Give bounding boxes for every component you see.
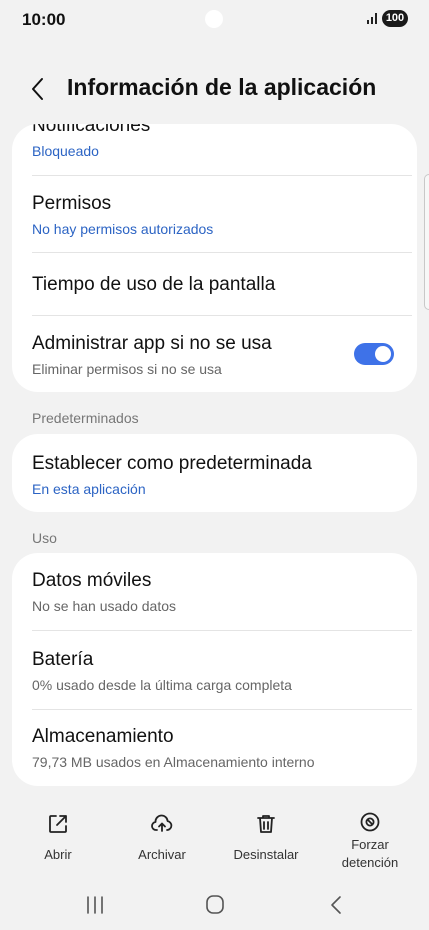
camera-cutout: [205, 10, 223, 28]
mobile-data-title: Datos móviles: [32, 570, 152, 591]
storage-subtitle: 79,73 MB usados en Almacenamiento intern…: [32, 754, 315, 770]
divider: [32, 709, 412, 710]
recent-apps-icon[interactable]: [75, 892, 115, 918]
mobile-data-item[interactable]: Datos móviles No se han usado datos: [32, 570, 397, 614]
archive-button[interactable]: Archivar: [112, 806, 212, 874]
battery-title: Batería: [32, 649, 94, 670]
mobile-data-subtitle: No se han usado datos: [32, 598, 176, 614]
force-stop-label-line1: Forzar: [351, 837, 389, 852]
notifications-title: Notificaciones: [32, 124, 151, 136]
divider: [32, 175, 412, 176]
battery-item[interactable]: Batería 0% usado desde la última carga c…: [32, 649, 397, 693]
force-stop-label-line2: detención: [341, 855, 399, 870]
permissions-status: No hay permisos autorizados: [32, 221, 214, 237]
screen-time-title: Tiempo de uso de la pantalla: [32, 274, 276, 295]
force-stop-label: Forzar detención: [320, 836, 420, 872]
notifications-status: Bloqueado: [32, 143, 99, 159]
toggle-knob: [375, 346, 391, 362]
uninstall-label: Desinstalar: [233, 847, 299, 862]
signal-icon: [367, 13, 377, 24]
storage-item[interactable]: Almacenamiento 79,73 MB usados en Almace…: [32, 726, 397, 770]
storage-title: Almacenamiento: [32, 726, 174, 747]
trash-icon: [257, 815, 275, 833]
manage-unused-title: Administrar app si no se usa: [32, 333, 272, 354]
set-default-title: Establecer como predeterminada: [32, 453, 312, 474]
home-icon[interactable]: [195, 892, 235, 918]
uninstall-button[interactable]: Desinstalar: [216, 806, 316, 874]
manage-unused-item[interactable]: Administrar app si no se usa Eliminar pe…: [32, 333, 342, 377]
bottom-action-bar: Abrir Archivar Desinstalar Forzar detenc…: [0, 806, 429, 876]
status-bar: 10:00 100: [0, 0, 429, 40]
app-settings-card: Notificaciones Bloqueado Permisos No hay…: [12, 124, 417, 392]
cloud-upload-icon: [151, 814, 173, 832]
section-label-usage: Uso: [32, 530, 57, 546]
permissions-title: Permisos: [32, 193, 112, 214]
battery-icon: 100: [382, 10, 408, 27]
back-nav-icon[interactable]: [316, 892, 356, 918]
settings-list[interactable]: Notificaciones Bloqueado Permisos No hay…: [0, 124, 429, 796]
manage-unused-subtitle: Eliminar permisos si no se usa: [32, 361, 222, 377]
status-time: 10:00: [22, 10, 66, 29]
open-external-icon: [49, 815, 67, 833]
system-navigation-bar: [0, 884, 429, 930]
divider: [32, 315, 412, 316]
block-icon: [360, 812, 380, 832]
notifications-item[interactable]: Notificaciones Bloqueado: [32, 124, 397, 159]
defaults-card: Establecer como predeterminada En esta a…: [12, 434, 417, 512]
permissions-item[interactable]: Permisos No hay permisos autorizados: [32, 193, 397, 237]
battery-subtitle: 0% usado desde la última carga completa: [32, 677, 292, 693]
set-default-status: En esta aplicación: [32, 481, 146, 497]
section-label-defaults: Predeterminados: [32, 410, 139, 426]
open-label: Abrir: [44, 847, 72, 862]
screen-time-item[interactable]: Tiempo de uso de la pantalla: [32, 274, 397, 296]
scrollbar-thumb[interactable]: [424, 174, 429, 310]
force-stop-button[interactable]: Forzar detención: [320, 806, 420, 874]
open-button[interactable]: Abrir: [8, 806, 108, 874]
chevron-left-icon[interactable]: [26, 76, 50, 102]
set-default-item[interactable]: Establecer como predeterminada En esta a…: [32, 453, 397, 497]
app-bar: Información de la aplicación: [0, 64, 429, 114]
divider: [32, 252, 412, 253]
manage-unused-toggle[interactable]: [354, 343, 394, 365]
usage-card: Datos móviles No se han usado datos Bate…: [12, 553, 417, 786]
page-title: Información de la aplicación: [67, 74, 377, 100]
divider: [32, 630, 412, 631]
archive-label: Archivar: [138, 847, 186, 862]
